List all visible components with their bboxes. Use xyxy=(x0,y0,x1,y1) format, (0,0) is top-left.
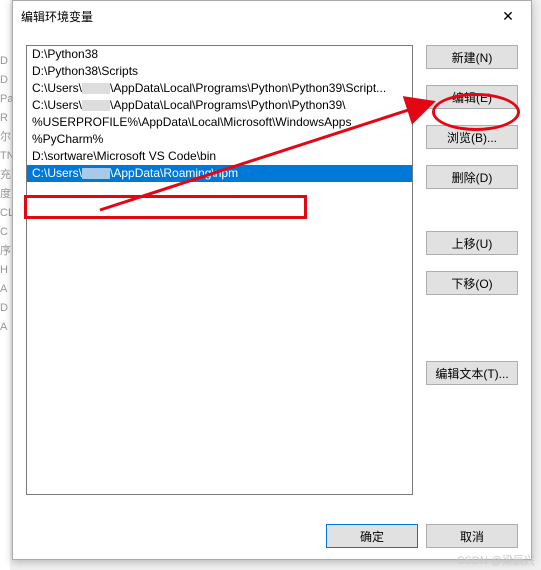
list-item[interactable]: C:\Users\\AppData\Local\Programs\Python\… xyxy=(27,97,412,114)
list-item[interactable]: D:\Python38\Scripts xyxy=(27,63,412,80)
titlebar: 编辑环境变量 ✕ xyxy=(13,1,531,31)
new-button[interactable]: 新建(N) xyxy=(426,45,518,69)
move-up-button[interactable]: 上移(U) xyxy=(426,231,518,255)
edit-button[interactable]: 编辑(E) xyxy=(426,85,518,109)
delete-button[interactable]: 删除(D) xyxy=(426,165,518,189)
list-item-selected[interactable]: C:\Users\\AppData\Roaming\npm xyxy=(27,165,412,182)
list-item[interactable]: %PyCharm% xyxy=(27,131,412,148)
dialog-title: 编辑环境变量 xyxy=(21,8,493,25)
watermark: CSDN @梁辰兴 xyxy=(457,552,535,568)
browse-button[interactable]: 浏览(B)... xyxy=(426,125,518,149)
list-item[interactable]: D:\Python38 xyxy=(27,46,412,63)
path-listbox[interactable]: D:\Python38 D:\Python38\Scripts C:\Users… xyxy=(26,45,413,495)
list-item[interactable]: D:\sortware\Microsoft VS Code\bin xyxy=(27,148,412,165)
list-item[interactable]: %USERPROFILE%\AppData\Local\Microsoft\Wi… xyxy=(27,114,412,131)
ok-button[interactable]: 确定 xyxy=(326,524,418,548)
close-icon[interactable]: ✕ xyxy=(493,4,523,28)
dialog-footer: 确定 取消 xyxy=(13,513,531,559)
edit-text-button[interactable]: 编辑文本(T)... xyxy=(426,361,518,385)
cancel-button[interactable]: 取消 xyxy=(426,524,518,548)
list-item[interactable]: C:\Users\\AppData\Local\Programs\Python\… xyxy=(27,80,412,97)
move-down-button[interactable]: 下移(O) xyxy=(426,271,518,295)
env-var-dialog: 编辑环境变量 ✕ D:\Python38 D:\Python38\Scripts… xyxy=(12,0,532,560)
